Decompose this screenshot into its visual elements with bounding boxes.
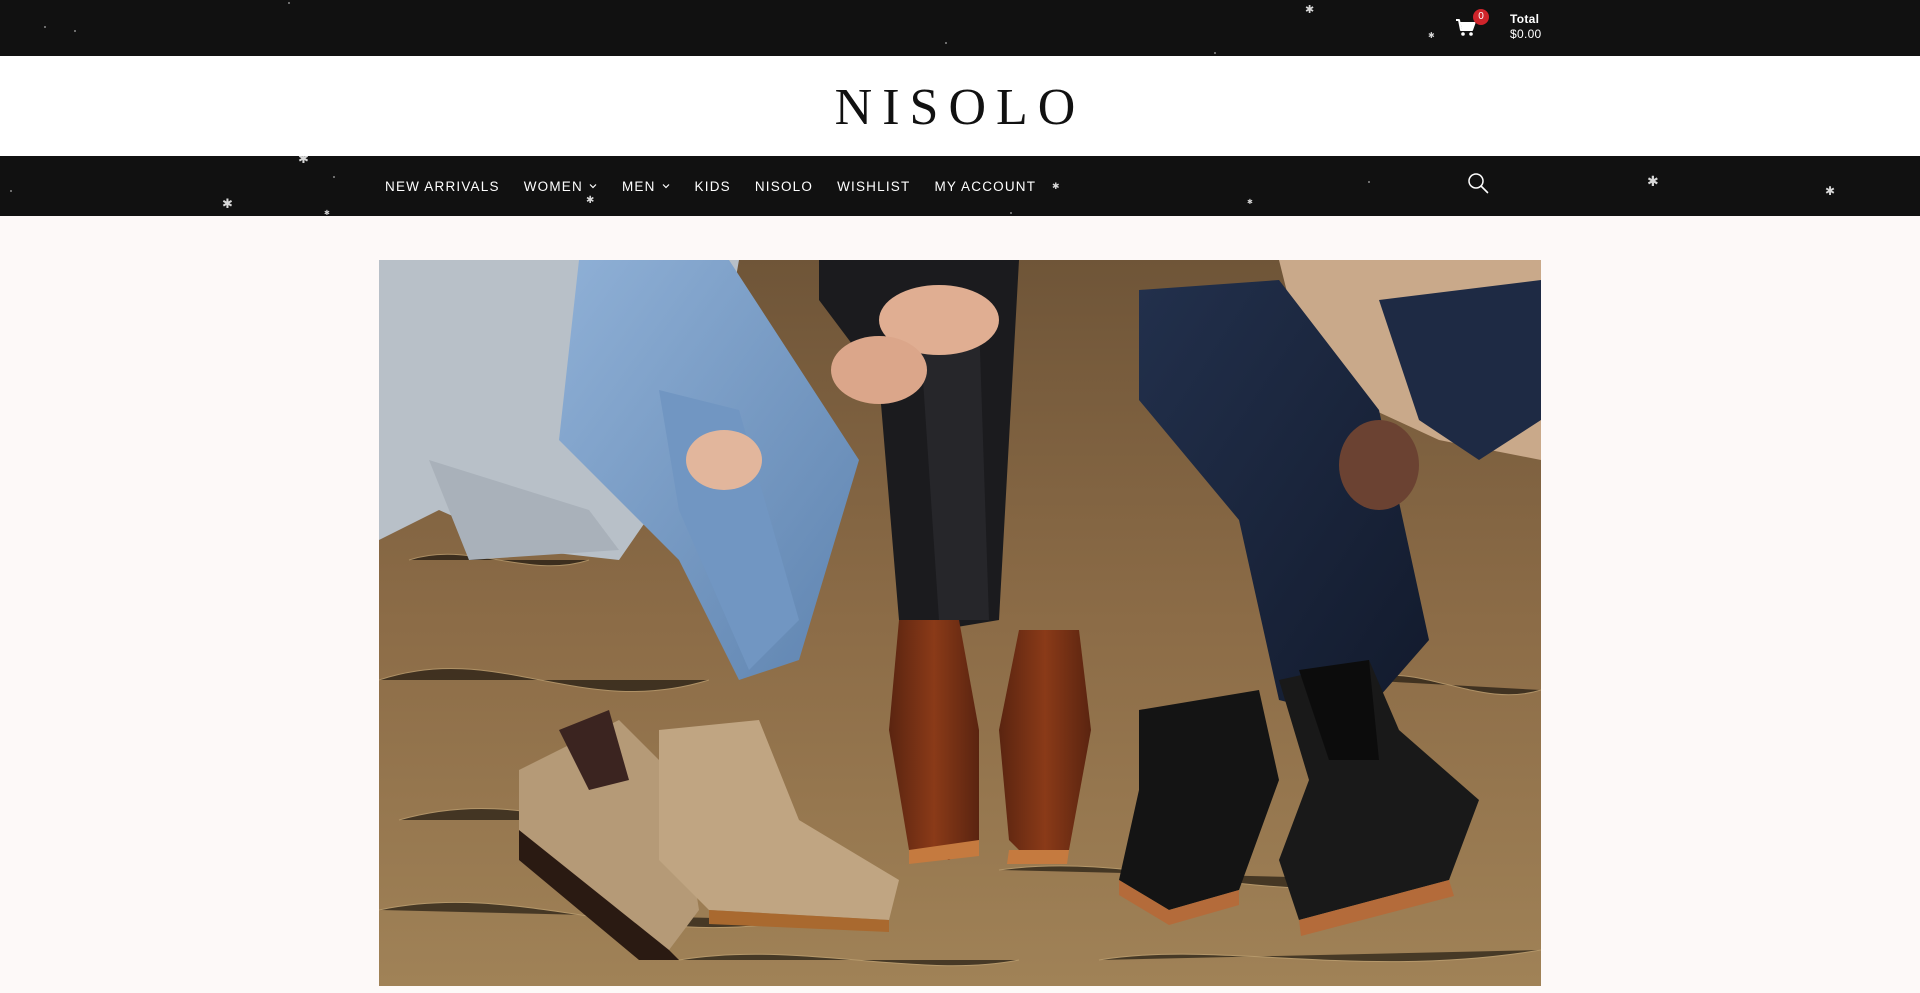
snow-dot [288,2,290,4]
snow-dot [945,42,947,44]
nav-item-label: MY ACCOUNT [934,178,1037,194]
nav-item-new-arrivals[interactable]: NEW ARRIVALS [385,179,500,194]
nav-menu: NEW ARRIVALS WOMEN MEN KIDS NISOLO WISHL… [385,156,1060,216]
site-logo[interactable]: NISOLO [0,78,1920,138]
top-bar: ✱ ✱ 0 Total $0.00 [0,0,1920,56]
nav-item-nisolo[interactable]: NISOLO [755,179,813,194]
nav-item-label: WOMEN [523,178,583,194]
main-nav: ✱ ✱ ✱ ✱ ✱ ✱ ✱ ✱ NEW ARRIVALS WOMEN MEN K… [0,156,1920,216]
nav-item-women[interactable]: WOMEN [524,179,598,194]
nav-item-men[interactable]: MEN [622,179,671,194]
cart-total[interactable]: Total $0.00 [1510,12,1542,42]
nav-item-my-account[interactable]: MY ACCOUNT [934,179,1036,194]
chevron-down-icon [588,181,598,191]
logo-band: NISOLO [0,56,1920,156]
snowflake-decoration: ✱ [1305,3,1315,16]
snowflake-decoration: ✱ [1428,31,1435,40]
chevron-down-icon [661,181,671,191]
snow-dot [1368,181,1370,183]
snowflake-decoration: ✱ [324,209,330,217]
snowflake-decoration: ✱ [1647,174,1659,190]
nav-item-label: NISOLO [754,178,814,194]
hero-image[interactable] [379,260,1541,986]
nav-item-label: NEW ARRIVALS [385,178,500,194]
nav-item-kids[interactable]: KIDS [695,179,731,194]
search-button[interactable] [1467,172,1491,196]
cart-total-value: $0.00 [1510,27,1542,41]
cart-total-label: Total [1510,12,1540,26]
snow-dot [333,176,335,178]
cart-button[interactable]: 0 [1456,9,1489,40]
snowflake-decoration: ✱ [1825,184,1836,198]
cart-count-badge: 0 [1473,9,1489,25]
snowflake-decoration: ✱ [222,197,233,212]
hero-illustration [379,260,1541,986]
snow-dot [10,190,12,192]
snowflake-decoration: ✱ [298,156,309,167]
nav-item-label: WISHLIST [837,178,911,194]
snow-dot [1214,52,1216,54]
snow-dot [74,30,76,32]
nav-item-label: KIDS [694,178,731,194]
snowflake-decoration: ✱ [1247,198,1253,206]
snow-dot [44,26,46,28]
nav-item-label: MEN [621,178,656,194]
search-icon [1467,172,1491,194]
nav-item-wishlist[interactable]: WISHLIST [837,179,910,194]
